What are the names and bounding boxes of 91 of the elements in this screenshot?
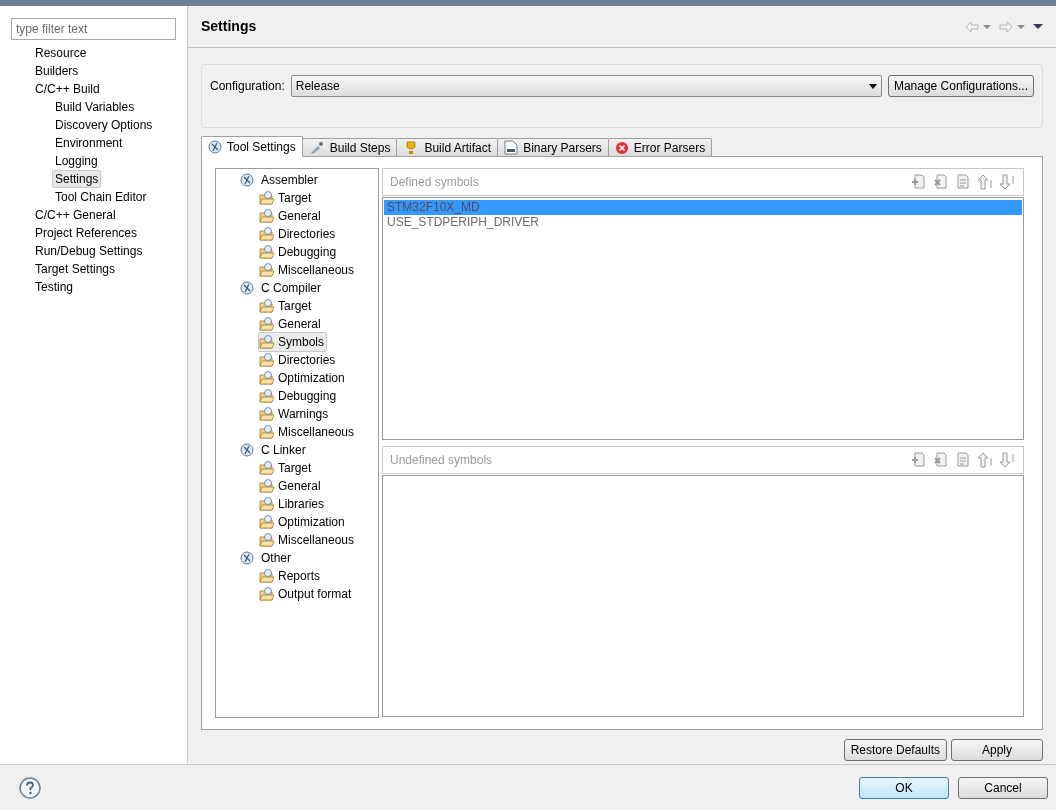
tree-item[interactable]: Target	[278, 459, 312, 477]
add-icon[interactable]	[911, 174, 927, 190]
symbol-item[interactable]: USE_STDPERIPH_DRIVER	[384, 215, 1022, 230]
sidebar-item[interactable]: Resource	[33, 45, 89, 61]
dialog-button[interactable]: OK	[859, 776, 949, 799]
panel-title: Undefined symbols	[390, 452, 493, 469]
folder-icon	[259, 478, 275, 494]
tree-item[interactable]: Assembler	[259, 170, 320, 190]
sidebar-item[interactable]: Run/Debug Settings	[33, 243, 145, 259]
tree-item[interactable]: Directories	[278, 351, 336, 369]
sidebar-item[interactable]: Logging	[52, 152, 101, 170]
delete-icon[interactable]	[933, 452, 949, 468]
sidebar-item[interactable]: Tool Chain Editor	[52, 188, 150, 206]
sidebar-item[interactable]: Target Settings	[33, 261, 118, 277]
move-up-icon[interactable]	[977, 174, 993, 190]
sidebar-item[interactable]: C/C++ Build	[33, 81, 102, 97]
folder-icon	[259, 496, 275, 512]
error-icon	[614, 140, 629, 155]
sidebar-item[interactable]: Environment	[52, 134, 126, 152]
tree-item[interactable]: Debugging	[278, 243, 337, 261]
sidebar-item[interactable]: Testing	[33, 279, 76, 295]
folder-icon	[259, 262, 275, 278]
tree-item[interactable]: Other	[259, 548, 293, 568]
folder-icon	[259, 190, 275, 206]
tool-icon	[240, 281, 254, 295]
folder-icon	[259, 208, 275, 224]
folder-icon	[259, 532, 275, 548]
edit-icon[interactable]	[955, 174, 971, 190]
tree-item[interactable]: Miscellaneous	[278, 423, 355, 441]
folder-icon	[259, 460, 275, 476]
sidebar-item[interactable]: C/C++ General	[33, 207, 118, 223]
folder-icon	[259, 226, 275, 242]
tree-item[interactable]: Optimization	[278, 513, 345, 531]
tree-item[interactable]: C Linker	[259, 440, 308, 460]
folder-icon	[259, 514, 275, 530]
view-menu-icon[interactable]	[1033, 23, 1043, 30]
tree-item[interactable]: Reports	[278, 567, 321, 585]
symbol-list[interactable]: STM32F10X_MD USE_STDPERIPH_DRIVER	[382, 197, 1024, 440]
back-icon[interactable]	[965, 20, 979, 33]
tool-icon	[240, 443, 254, 457]
move-down-icon[interactable]	[999, 452, 1015, 468]
edit-icon[interactable]	[955, 452, 971, 468]
dropdown-icon[interactable]	[983, 23, 991, 30]
configuration-dropdown[interactable]: Release	[290, 75, 882, 97]
help-icon[interactable]	[19, 776, 41, 799]
tree-item[interactable]: Optimization	[278, 369, 345, 387]
folder-icon	[259, 568, 275, 584]
manage-configurations-button[interactable]: Manage Configurations...	[887, 75, 1034, 97]
folder-icon	[259, 424, 275, 440]
move-up-icon[interactable]	[977, 452, 993, 468]
folder-icon	[259, 370, 275, 386]
tree-item[interactable]: Target	[278, 297, 312, 315]
tree-item[interactable]: General	[278, 477, 321, 495]
tool-icon	[240, 551, 254, 565]
tool-icon	[240, 173, 254, 187]
tree-item[interactable]: Target	[278, 189, 312, 207]
filter-field[interactable]: type filter text	[11, 18, 176, 40]
folder-icon	[259, 586, 275, 602]
page-title: Settings	[201, 17, 257, 36]
configuration-label: Configuration:	[210, 78, 285, 95]
tree-item[interactable]: Miscellaneous	[278, 261, 355, 279]
tree-item[interactable]: General	[278, 207, 321, 225]
sidebar-item[interactable]: Settings	[52, 170, 102, 188]
delete-icon[interactable]	[933, 174, 949, 190]
tree-item[interactable]: Miscellaneous	[278, 531, 355, 549]
add-icon[interactable]	[911, 452, 927, 468]
sidebar-item[interactable]: Discovery Options	[52, 116, 156, 134]
page-button[interactable]: Apply	[951, 739, 1043, 761]
folder-icon	[259, 406, 275, 422]
folder-icon	[259, 244, 275, 260]
tree-item[interactable]: C Compiler	[259, 278, 323, 298]
dialog-button[interactable]: Cancel	[958, 776, 1048, 799]
page-button[interactable]: Restore Defaults	[843, 739, 947, 761]
tree-item[interactable]: Libraries	[278, 495, 325, 513]
sidebar-item[interactable]: Builders	[33, 63, 81, 79]
tree-item[interactable]: Debugging	[278, 387, 337, 405]
sidebar-item[interactable]: Project References	[33, 225, 140, 241]
tree-item[interactable]: Warnings	[278, 405, 329, 423]
tree-item[interactable]: Directories	[278, 225, 336, 243]
tool-icon	[208, 139, 222, 154]
sidebar-item[interactable]: Build Variables	[52, 98, 138, 116]
move-down-icon[interactable]	[999, 174, 1015, 190]
tree-item[interactable]: Output format	[278, 585, 352, 603]
dropdown-icon[interactable]	[1017, 23, 1025, 30]
folder-icon	[259, 388, 275, 404]
forward-icon[interactable]	[999, 20, 1013, 33]
dropdown-icon	[868, 83, 877, 89]
tree-item[interactable]: General	[278, 315, 321, 333]
panel-title: Defined symbols	[390, 174, 479, 191]
folder-icon	[259, 298, 275, 314]
tab[interactable]: Tool Settings	[201, 136, 303, 157]
